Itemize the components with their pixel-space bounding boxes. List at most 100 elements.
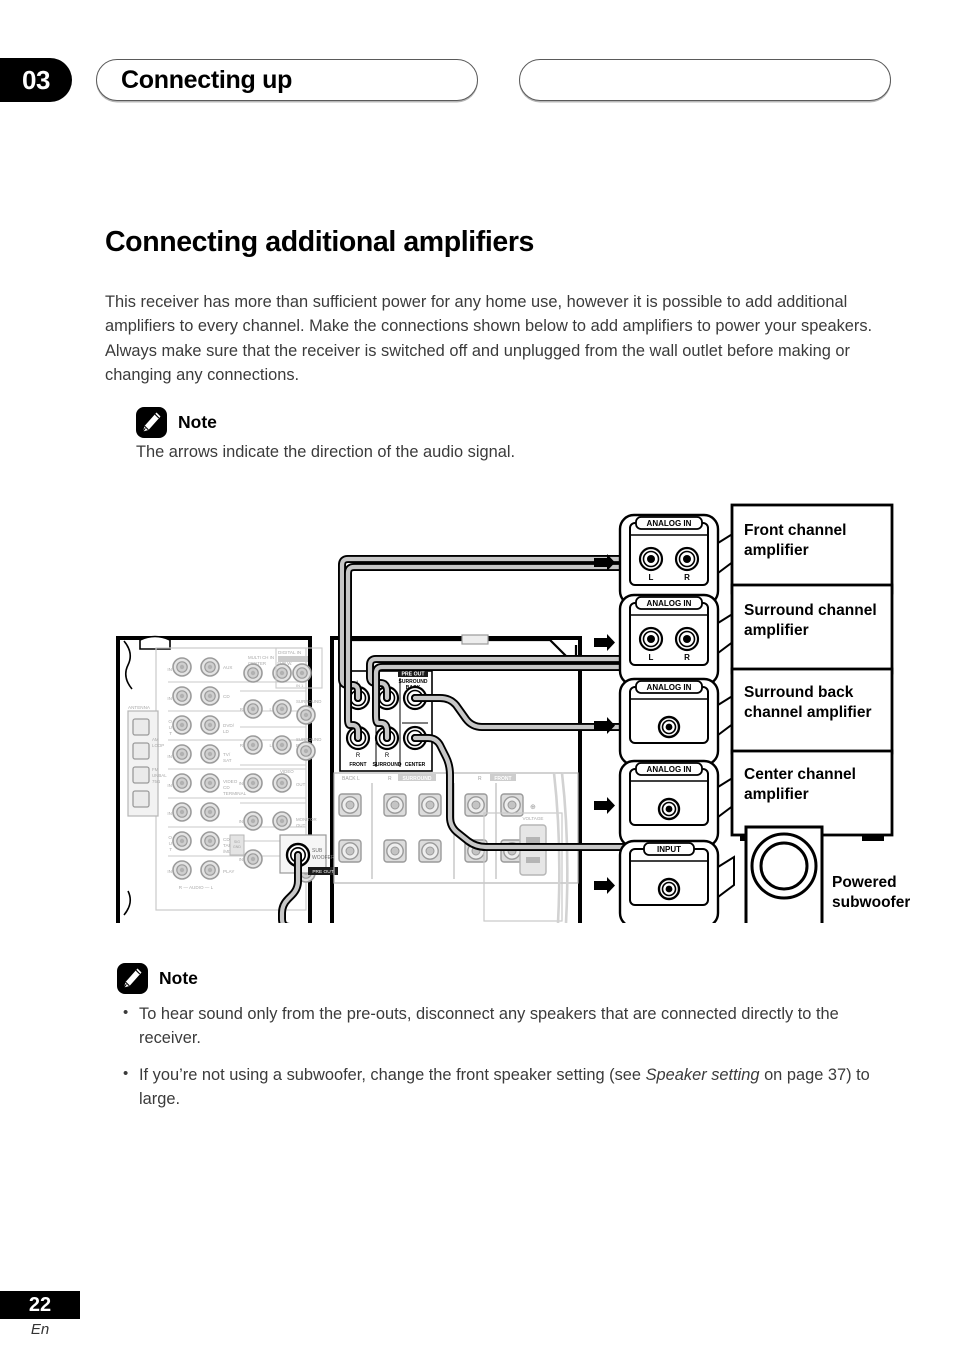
svg-text:SURROUND: SURROUND <box>296 737 321 742</box>
svg-text:O: O <box>168 719 172 724</box>
note-top: Note The arrows indicate the direction o… <box>136 407 836 463</box>
svg-text:IN: IN <box>167 869 172 874</box>
svg-text:L: L <box>649 573 654 582</box>
svg-text:SURROUND: SURROUND <box>403 776 432 782</box>
svg-text:AM: AM <box>152 737 159 742</box>
svg-text:FRONT: FRONT <box>494 776 511 782</box>
page-title: Connecting additional amplifiers <box>105 226 534 258</box>
svg-text:75Ω: 75Ω <box>152 779 161 784</box>
svg-text:R: R <box>240 707 243 712</box>
svg-text:⊕: ⊕ <box>530 804 536 811</box>
pencil-icon <box>117 963 148 994</box>
svg-text:MULTI CH IN: MULTI CH IN <box>248 655 274 660</box>
svg-text:PRE OUT: PRE OUT <box>312 869 333 875</box>
list-item: To hear sound only from the pre-outs, di… <box>117 1001 897 1051</box>
svg-text:AUX: AUX <box>223 665 232 670</box>
svg-text:R — AUDIO — L: R — AUDIO — L <box>179 885 214 890</box>
svg-text:CENTER: CENTER <box>405 762 426 768</box>
svg-text:subwoofer: subwoofer <box>832 894 910 911</box>
svg-text:IN: IN <box>167 667 172 672</box>
svg-text:INPUT: INPUT <box>657 845 681 854</box>
svg-text:Powered: Powered <box>832 874 897 891</box>
chapter-title-pill: Connecting up <box>96 59 478 101</box>
svg-text:TV/: TV/ <box>223 752 231 757</box>
svg-text:SAT: SAT <box>223 758 232 763</box>
svg-text:L: L <box>357 776 360 782</box>
chapter-title: Connecting up <box>121 65 293 94</box>
svg-text:PLAY: PLAY <box>223 869 234 874</box>
svg-text:ANALOG IN: ANALOG IN <box>647 599 692 608</box>
page-header: 03 Connecting up <box>0 58 954 106</box>
svg-text:FM: FM <box>152 767 159 772</box>
svg-text:amplifier: amplifier <box>744 542 809 559</box>
note-bottom-label: Note <box>159 968 198 988</box>
svg-text:CENTER: CENTER <box>248 661 266 666</box>
svg-text:UNBAL: UNBAL <box>152 773 167 778</box>
chapter-number-badge: 03 <box>0 58 72 102</box>
svg-text:OUT: OUT <box>296 782 306 787</box>
bullet-text-italic: Speaker setting <box>645 1065 760 1084</box>
svg-text:Surround channel: Surround channel <box>744 602 877 619</box>
svg-text:Surround back: Surround back <box>744 684 854 701</box>
svg-text:IN: IN <box>239 781 243 786</box>
svg-text:Front channel: Front channel <box>744 522 846 539</box>
svg-text:ANALOG IN: ANALOG IN <box>647 683 692 692</box>
svg-text:IN: IN <box>167 696 172 701</box>
bullet-text-pre: If you’re not using a subwoofer, change … <box>139 1065 646 1084</box>
list-item: If you’re not using a subwoofer, change … <box>117 1062 897 1112</box>
svg-text:VOLTAGE: VOLTAGE <box>522 816 543 821</box>
svg-text:Center channel: Center channel <box>744 766 856 783</box>
svg-text:LOOP: LOOP <box>152 743 164 748</box>
svg-text:FRONT: FRONT <box>349 762 366 768</box>
svg-text:CD: CD <box>223 785 230 790</box>
svg-text:ANALOG IN: ANALOG IN <box>647 765 692 774</box>
svg-text:R: R <box>478 776 482 782</box>
svg-text:amplifier: amplifier <box>744 622 809 639</box>
note-top-header: Note <box>136 407 836 438</box>
svg-text:SUB: SUB <box>312 848 323 854</box>
svg-text:SURROUND: SURROUND <box>373 762 402 768</box>
svg-text:R: R <box>684 573 690 582</box>
svg-text:R: R <box>240 743 243 748</box>
svg-text:IN 1: IN 1 <box>296 683 304 688</box>
svg-text:PRE OUT: PRE OUT <box>401 672 425 678</box>
svg-text:TERMINAL: TERMINAL <box>223 791 247 796</box>
note-bottom: Note To hear sound only from the pre-out… <box>117 963 897 1123</box>
right-arrow-icon <box>594 877 615 894</box>
header-right-pill <box>519 59 891 101</box>
svg-text:IN: IN <box>167 754 172 759</box>
svg-text:IN: IN <box>167 811 172 816</box>
subwoofer-preout-jack: SUB WOOFER PRE OUT <box>279 834 338 875</box>
svg-text:DIGITAL IN: DIGITAL IN <box>278 650 301 655</box>
pencil-icon <box>136 407 167 438</box>
svg-text:IN: IN <box>239 819 243 824</box>
svg-text:WOOFER: WOOFER <box>312 855 335 861</box>
bullet-text-pre: To hear sound only from the pre-outs, di… <box>139 1005 839 1048</box>
svg-text:O: O <box>168 835 172 840</box>
svg-text:R: R <box>356 753 361 759</box>
right-arrow-icon <box>594 717 615 734</box>
svg-text:IN: IN <box>239 857 243 862</box>
svg-text:MONITOR: MONITOR <box>296 817 317 822</box>
svg-text:GND: GND <box>233 845 241 849</box>
note-bottom-list: To hear sound only from the pre-outs, di… <box>117 1001 897 1112</box>
svg-text:U: U <box>169 725 172 730</box>
svg-text:VIDEO: VIDEO <box>223 779 238 784</box>
connection-diagram: ANTENNA AM LOOP FM UNBAL 75Ω AUX CD DVD/ <box>110 483 910 923</box>
svg-text:SURROUND: SURROUND <box>296 699 321 704</box>
note-top-body: The arrows indicate the direction of the… <box>136 443 516 461</box>
note-bottom-header: Note <box>117 963 897 994</box>
right-arrow-icon <box>594 797 615 814</box>
svg-text:amplifier: amplifier <box>744 786 809 803</box>
svg-text:R: R <box>684 653 690 662</box>
page-language: En <box>30 1321 50 1338</box>
svg-text:VIDEO: VIDEO <box>280 769 294 774</box>
svg-text:R: R <box>385 753 390 759</box>
svg-text:R: R <box>388 776 392 782</box>
svg-text:LD: LD <box>223 729 230 734</box>
svg-text:T: T <box>169 847 172 852</box>
svg-text:SIG: SIG <box>234 840 240 844</box>
svg-text:T: T <box>169 731 172 736</box>
svg-text:BACK: BACK <box>342 776 356 782</box>
svg-text:IN: IN <box>167 783 172 788</box>
